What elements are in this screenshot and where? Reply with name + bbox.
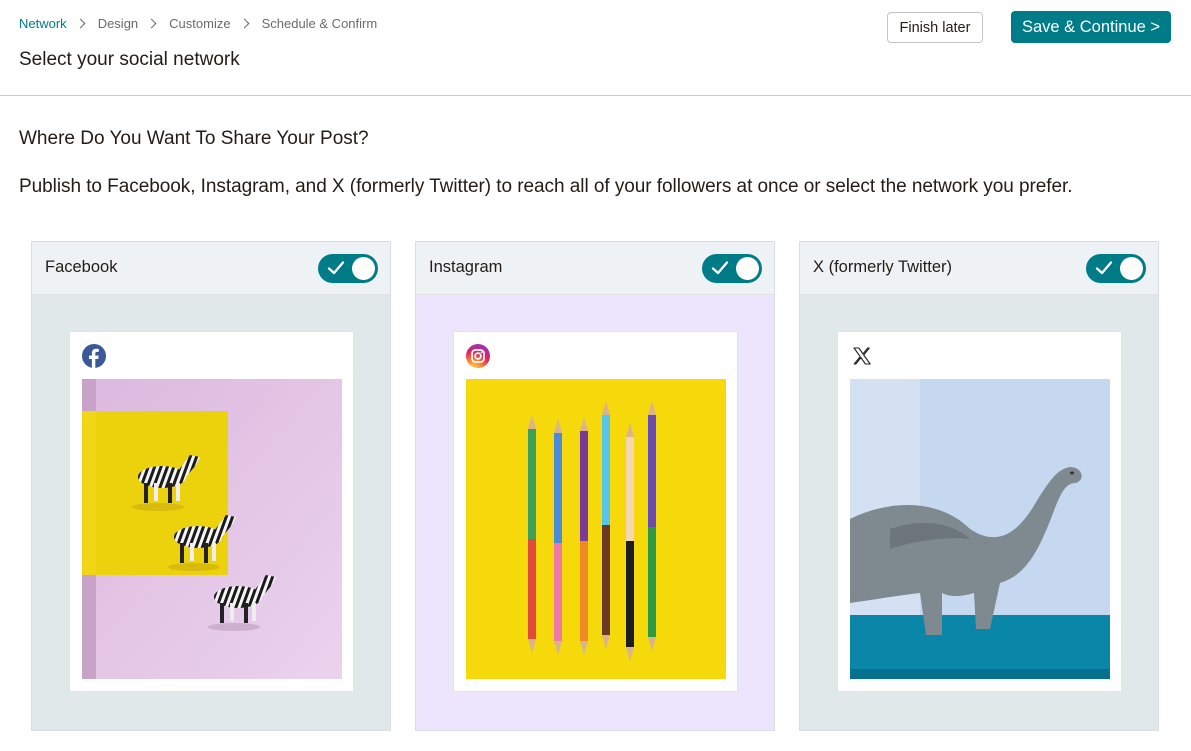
x-icon [853, 347, 871, 365]
dinosaur-photo [850, 379, 1110, 679]
network-name: Instagram [429, 258, 503, 276]
checkmark-icon [711, 261, 729, 275]
zebra-photo [82, 379, 342, 679]
chevron-right-icon [239, 18, 250, 29]
card-header: X (formerly Twitter) [800, 242, 1158, 295]
checkmark-icon [327, 261, 345, 275]
card-header: Facebook [32, 242, 390, 295]
facebook-toggle[interactable] [318, 254, 378, 283]
toggle-knob [1120, 257, 1143, 280]
card-body [416, 295, 774, 730]
card-body [800, 295, 1158, 730]
breadcrumb-schedule-confirm[interactable]: Schedule & Confirm [262, 16, 378, 31]
network-card-x: X (formerly Twitter) [799, 241, 1159, 731]
finish-later-button[interactable]: Finish later [887, 12, 983, 43]
post-preview [837, 331, 1122, 692]
section-description: Publish to Facebook, Instagram, and X (f… [19, 176, 1073, 197]
chevron-right-icon [146, 18, 157, 29]
network-name: X (formerly Twitter) [813, 258, 953, 276]
network-card-facebook: Facebook [31, 241, 391, 731]
breadcrumb-design[interactable]: Design [98, 16, 138, 31]
card-body [32, 295, 390, 730]
top-header: Network Design Customize Schedule & Conf… [0, 0, 1191, 96]
chevron-right-icon [75, 18, 86, 29]
network-card-instagram: Instagram [415, 241, 775, 731]
save-continue-button[interactable]: Save & Continue > [1011, 11, 1171, 43]
section-heading: Where Do You Want To Share Your Post? [19, 128, 369, 149]
network-name: Facebook [45, 258, 118, 276]
x-toggle[interactable] [1086, 254, 1146, 283]
instagram-icon [466, 344, 490, 368]
toggle-knob [352, 257, 375, 280]
pencils-photo [466, 379, 726, 679]
breadcrumb: Network Design Customize Schedule & Conf… [19, 16, 377, 31]
post-preview [69, 331, 354, 692]
card-header: Instagram [416, 242, 774, 295]
toggle-knob [736, 257, 759, 280]
facebook-icon [82, 344, 106, 368]
breadcrumb-customize[interactable]: Customize [169, 16, 230, 31]
page-title: Select your social network [19, 49, 240, 70]
post-preview [453, 331, 738, 692]
instagram-toggle[interactable] [702, 254, 762, 283]
breadcrumb-network[interactable]: Network [19, 16, 67, 31]
checkmark-icon [1095, 261, 1113, 275]
